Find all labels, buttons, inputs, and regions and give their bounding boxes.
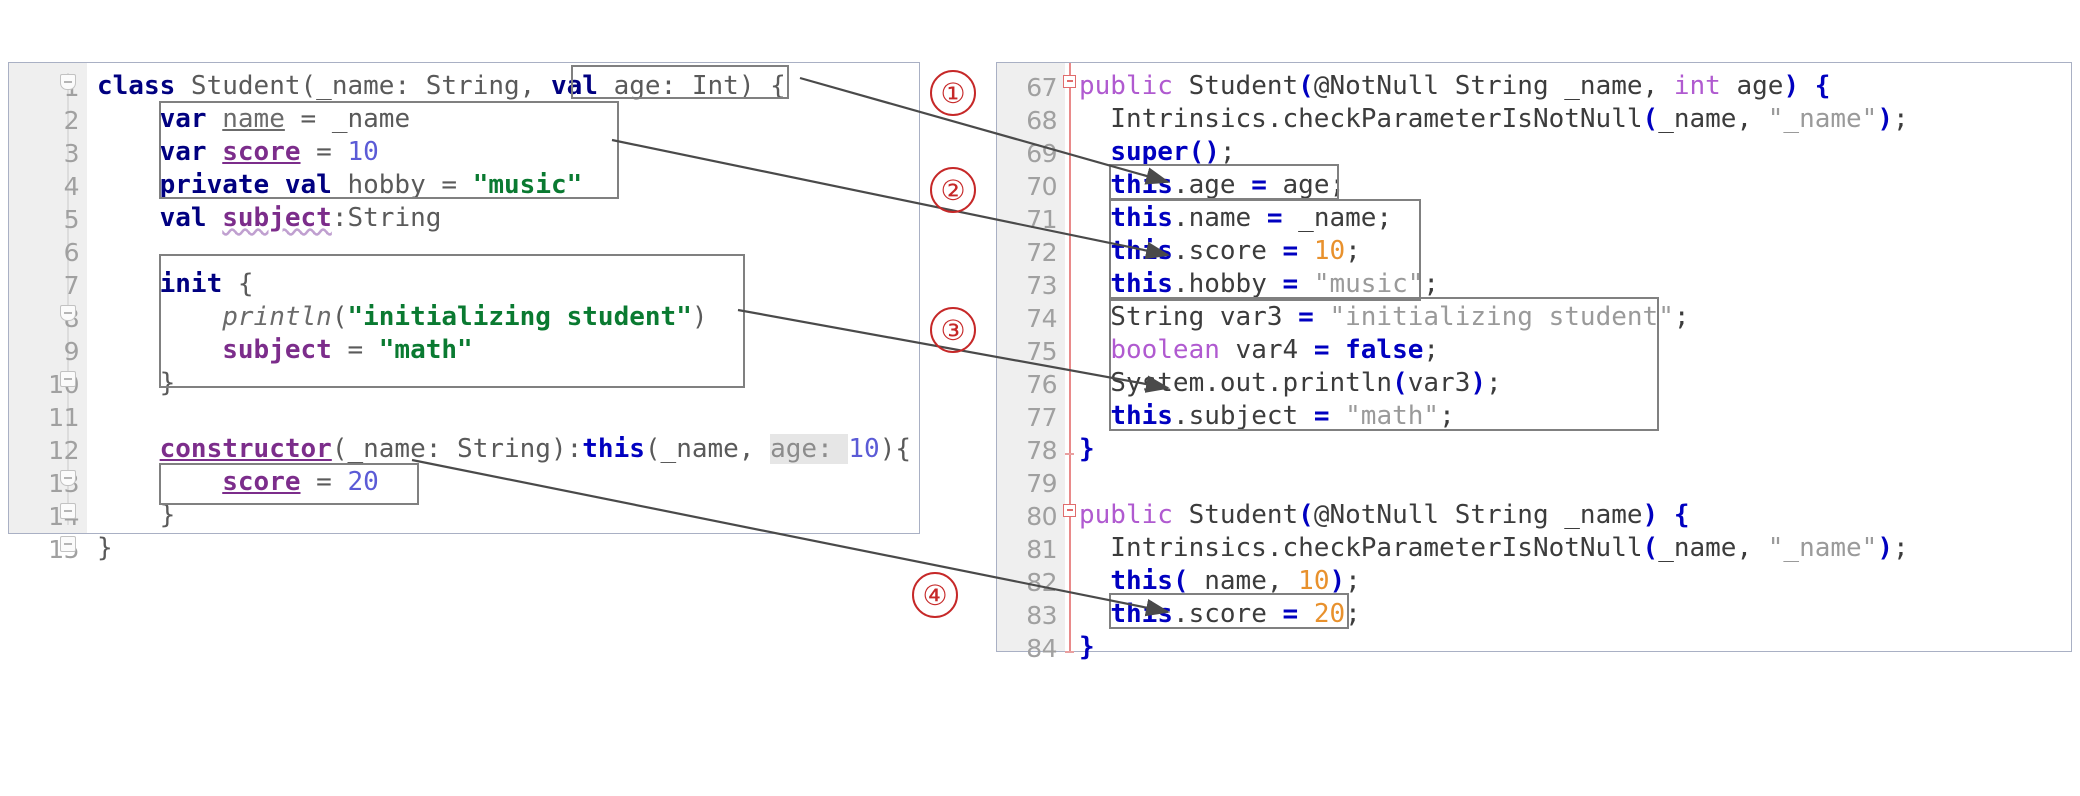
annotation-marker-1: ①	[930, 70, 976, 116]
line-number: 78	[1026, 436, 1057, 465]
fold-tick-line-78	[1065, 453, 1074, 455]
code-line-81[interactable]: Intrinsics.checkParameterIsNotNull(_name…	[1079, 535, 1908, 561]
annotation-marker-2: ②	[930, 167, 976, 213]
line-number: 73	[1026, 271, 1057, 300]
kotlin-init-box	[159, 254, 745, 388]
line-number: 74	[1026, 304, 1057, 333]
fold-toggle-line-12[interactable]	[60, 470, 76, 486]
code-line-84[interactable]: }	[1079, 634, 1095, 660]
fold-toggle-line-80[interactable]	[1063, 504, 1076, 517]
fold-toggle-line-1[interactable]	[60, 74, 76, 90]
line-number: 12	[48, 436, 79, 465]
code-line-14[interactable]: }	[97, 502, 176, 528]
code-line-80[interactable]: public Student(@NotNull String _name) {	[1079, 502, 1690, 528]
java-init-body-box	[1109, 297, 1659, 431]
code-line-68[interactable]: Intrinsics.checkParameterIsNotNull(_name…	[1079, 106, 1908, 132]
line-number: 4	[63, 172, 80, 201]
line-number: 5	[63, 205, 80, 234]
code-line-5[interactable]: val subject:String	[97, 205, 442, 231]
fold-toggle-line-10[interactable]	[60, 371, 76, 387]
right-gutter[interactable]: 67 68 69 70 71 72 73 74 75 76 77 78 79 8…	[997, 63, 1065, 661]
line-number: 68	[1026, 106, 1057, 135]
java-field-assign-box	[1109, 199, 1421, 301]
line-number: 67	[1026, 73, 1057, 102]
line-number: 9	[63, 337, 80, 366]
java-this-age-box	[1109, 164, 1339, 200]
fold-toggle-line-7[interactable]	[60, 305, 76, 321]
fold-toggle-line-14[interactable]	[60, 503, 76, 519]
line-number: 76	[1026, 370, 1057, 399]
line-number: 69	[1026, 139, 1057, 168]
kotlin-properties-box	[159, 101, 619, 199]
left-gutter[interactable]: 1 2 3 4 5 6 7 8 9 10 11 12 13 14 15	[9, 63, 87, 562]
modified-lines-rail	[1069, 63, 1071, 651]
fold-tick-line-84	[1065, 651, 1074, 653]
annotation-marker-3: ③	[930, 307, 976, 353]
line-number: 77	[1026, 403, 1057, 432]
code-line-82[interactable]: this(_name, 10);	[1079, 568, 1360, 594]
code-line-69[interactable]: super();	[1079, 139, 1235, 165]
line-number: 2	[63, 106, 80, 135]
kotlin-source-editor[interactable]: 1 2 3 4 5 6 7 8 9 10 11 12 13 14 15 clas…	[8, 62, 920, 562]
line-number: 6	[63, 238, 80, 267]
line-number: 80	[1026, 502, 1057, 531]
line-number: 83	[1026, 601, 1057, 630]
line-number: 75	[1026, 337, 1057, 366]
kotlin-score-20-box	[159, 463, 419, 505]
fold-toggle-line-67[interactable]	[1063, 75, 1076, 88]
code-line-15[interactable]: }	[97, 535, 113, 561]
line-number: 3	[63, 139, 80, 168]
annotation-marker-4: ④	[912, 572, 958, 618]
line-number: 70	[1026, 172, 1057, 201]
line-number: 71	[1026, 205, 1057, 234]
line-number: 11	[48, 403, 79, 432]
code-line-78[interactable]: }	[1079, 436, 1095, 462]
line-number: 81	[1026, 535, 1057, 564]
line-number: 7	[63, 271, 80, 300]
kotlin-val-age-box	[571, 65, 789, 99]
fold-toggle-line-15[interactable]	[60, 536, 76, 552]
line-number: 72	[1026, 238, 1057, 267]
java-this-score-20-box	[1109, 593, 1349, 629]
decompiled-java-editor[interactable]: 67 68 69 70 71 72 73 74 75 76 77 78 79 8…	[996, 62, 2072, 661]
line-number: 84	[1026, 634, 1057, 663]
code-line-67[interactable]: public Student(@NotNull String _name, in…	[1079, 73, 1830, 99]
line-number: 79	[1026, 469, 1057, 498]
code-line-12[interactable]: constructor(_name: String):this(_name, a…	[97, 434, 911, 464]
line-number: 82	[1026, 568, 1057, 597]
